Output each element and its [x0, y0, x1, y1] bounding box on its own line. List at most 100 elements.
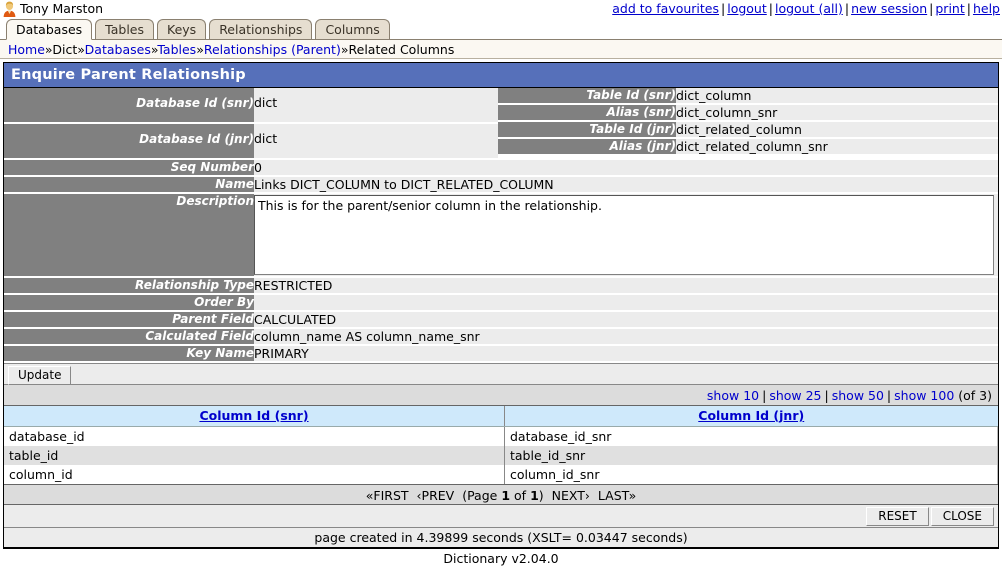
update-button[interactable]: Update — [8, 366, 72, 385]
page-timing-text: page created in 4.39899 seconds (XSLT= 0… — [4, 528, 998, 548]
pager-total-pages: 1 — [530, 488, 539, 503]
pager-prev[interactable]: ‹PREV — [413, 488, 459, 503]
link-sep: | — [721, 1, 726, 16]
tab-columns[interactable]: Columns — [315, 19, 390, 39]
pager-current-page: 1 — [501, 488, 511, 503]
show-10-link[interactable]: show 10 — [707, 388, 759, 403]
form-left-column: Database Id (snr) dict Database Id (jnr)… — [4, 88, 498, 160]
breadcrumb: Home»Dict»Databases»Tables»Relationships… — [0, 40, 1002, 59]
pager-first[interactable]: «FIRST — [362, 488, 413, 503]
cell-column-id-snr: database_id — [4, 426, 505, 446]
field-label-relationship-type: Relationship Type — [4, 277, 254, 295]
field-label-key-name: Key Name — [4, 345, 254, 363]
field-value-database-id-jnr: dict — [254, 123, 498, 160]
show-100-link[interactable]: show 100 — [894, 388, 954, 403]
field-label-parent-field: Parent Field — [4, 311, 254, 329]
field-label-alias-jnr: Alias (jnr) — [498, 138, 676, 156]
field-row-alias-snr: Alias (snr) dict_column_snr — [498, 104, 998, 122]
link-new-session[interactable]: new session — [851, 1, 927, 16]
cell-column-id-snr: column_id — [4, 465, 505, 484]
show-25-link[interactable]: show 25 — [769, 388, 821, 403]
reset-button[interactable]: RESET — [866, 507, 929, 526]
field-row-table-id-jnr: Table Id (jnr) dict_related_column — [498, 121, 998, 139]
show-50-link[interactable]: show 50 — [832, 388, 884, 403]
tab-databases[interactable]: Databases — [6, 19, 93, 40]
pager-next[interactable]: NEXT› — [548, 488, 594, 503]
field-row-name: Name Links DICT_COLUMN to DICT_RELATED_C… — [4, 176, 998, 194]
field-value-relationship-type: RESTRICTED — [254, 277, 998, 295]
field-value-parent-field: CALCULATED — [254, 311, 998, 329]
field-row-description: Description This is for the parent/senio… — [4, 193, 998, 278]
form-right-table: Table Id (snr) dict_column Alias (snr) d… — [498, 88, 998, 156]
field-value-table-id-jnr: dict_related_column — [676, 121, 998, 139]
show-sep: | — [824, 388, 829, 403]
field-value-alias-snr: dict_column_snr — [676, 104, 998, 122]
breadcrumb-item-tables[interactable]: Tables — [157, 42, 196, 57]
link-logout-all[interactable]: logout (all) — [775, 1, 843, 16]
link-add-to-favourites[interactable]: add to favourites — [612, 1, 719, 16]
link-sep: | — [844, 1, 850, 16]
link-logout[interactable]: logout — [727, 1, 767, 16]
user-name: Tony Marston — [20, 1, 104, 16]
pager-page-indicator: (Page 1 of 1) — [458, 488, 547, 503]
table-row[interactable]: table_id table_id_snr — [4, 446, 998, 465]
table-row[interactable]: column_id column_id_snr — [4, 465, 998, 484]
user-avatar-icon — [2, 1, 17, 17]
table-header-row: Column Id (snr) Column Id (jnr) — [4, 406, 998, 427]
tab-keys[interactable]: Keys — [157, 19, 207, 39]
form-right-column: Table Id (snr) dict_column Alias (snr) d… — [498, 88, 998, 160]
field-value-key-name: PRIMARY — [254, 345, 998, 363]
field-label-name: Name — [4, 176, 254, 194]
field-row-seq-number: Seq Number 0 — [4, 160, 998, 177]
field-value-calculated-field: column_name AS column_name_snr — [254, 328, 998, 346]
breadcrumb-separator: » — [77, 42, 85, 57]
field-value-table-id-snr: dict_column — [676, 88, 998, 105]
cell-column-id-snr: table_id — [4, 446, 505, 465]
related-columns-table: Column Id (snr) Column Id (jnr) database… — [4, 406, 998, 484]
link-sep: | — [768, 1, 773, 16]
enquiry-panel: Enquire Parent Relationship Database Id … — [3, 62, 999, 549]
cell-column-id-jnr: column_id_snr — [504, 465, 998, 484]
bottom-button-row: RESET CLOSE — [4, 505, 998, 528]
field-label-table-id-jnr: Table Id (jnr) — [498, 121, 676, 139]
field-label-table-id-snr: Table Id (snr) — [498, 88, 676, 105]
field-label-seq-number: Seq Number — [4, 160, 254, 177]
field-value-name: Links DICT_COLUMN to DICT_RELATED_COLUMN — [254, 176, 998, 194]
page-title: Enquire Parent Relationship — [4, 63, 998, 88]
pager-page-prefix: (Page — [462, 488, 498, 503]
field-value-order-by — [254, 294, 998, 312]
table-row[interactable]: database_id database_id_snr — [4, 426, 998, 446]
sort-link-column-id-snr[interactable]: Column Id (snr) — [199, 408, 308, 423]
breadcrumb-separator: » — [196, 42, 204, 57]
field-value-alias-jnr: dict_related_column_snr — [676, 138, 998, 156]
field-row-alias-jnr: Alias (jnr) dict_related_column_snr — [498, 138, 998, 156]
description-textarea[interactable]: This is for the parent/senior column in … — [254, 195, 994, 275]
breadcrumb-item-dict: Dict — [52, 42, 78, 57]
breadcrumb-item-home[interactable]: Home — [8, 42, 45, 57]
field-row-order-by: Order By — [4, 294, 998, 312]
field-label-description: Description — [4, 193, 254, 278]
field-row-database-id-snr: Database Id (snr) dict — [4, 88, 498, 124]
page-size-bar: show 10 | show 25 | show 50 | show 100 (of 3) — [4, 385, 998, 406]
field-row-calculated-field: Calculated Field column_name AS column_n… — [4, 328, 998, 346]
breadcrumb-item-relationships-parent[interactable]: Relationships (Parent) — [204, 42, 341, 57]
app-version-text: Dictionary v2.04.0 — [0, 549, 1002, 568]
breadcrumb-item-related-columns: Related Columns — [348, 42, 455, 57]
tab-relationships[interactable]: Relationships — [209, 19, 313, 39]
field-label-alias-snr: Alias (snr) — [498, 104, 676, 122]
close-button[interactable]: CLOSE — [930, 507, 994, 526]
user-header: Tony Marston add to favourites | logout | lo… — [0, 0, 1002, 18]
field-label-database-id-jnr: Database Id (jnr) — [4, 123, 254, 160]
link-help[interactable]: help — [973, 1, 1000, 16]
field-row-key-name: Key Name PRIMARY — [4, 345, 998, 363]
link-print[interactable]: print — [935, 1, 964, 16]
pager-page-of: of — [514, 488, 527, 503]
breadcrumb-item-databases[interactable]: Databases — [85, 42, 151, 57]
field-row-database-id-jnr: Database Id (jnr) dict — [4, 123, 498, 160]
pager-last[interactable]: LAST» — [594, 488, 640, 503]
tab-tables[interactable]: Tables — [95, 19, 154, 39]
field-value-description-cell: This is for the parent/senior column in … — [254, 193, 998, 278]
sort-link-column-id-jnr[interactable]: Column Id (jnr) — [698, 408, 804, 423]
record-count-label: (of 3) — [958, 388, 992, 403]
field-row-table-id-snr: Table Id (snr) dict_column — [498, 88, 998, 105]
